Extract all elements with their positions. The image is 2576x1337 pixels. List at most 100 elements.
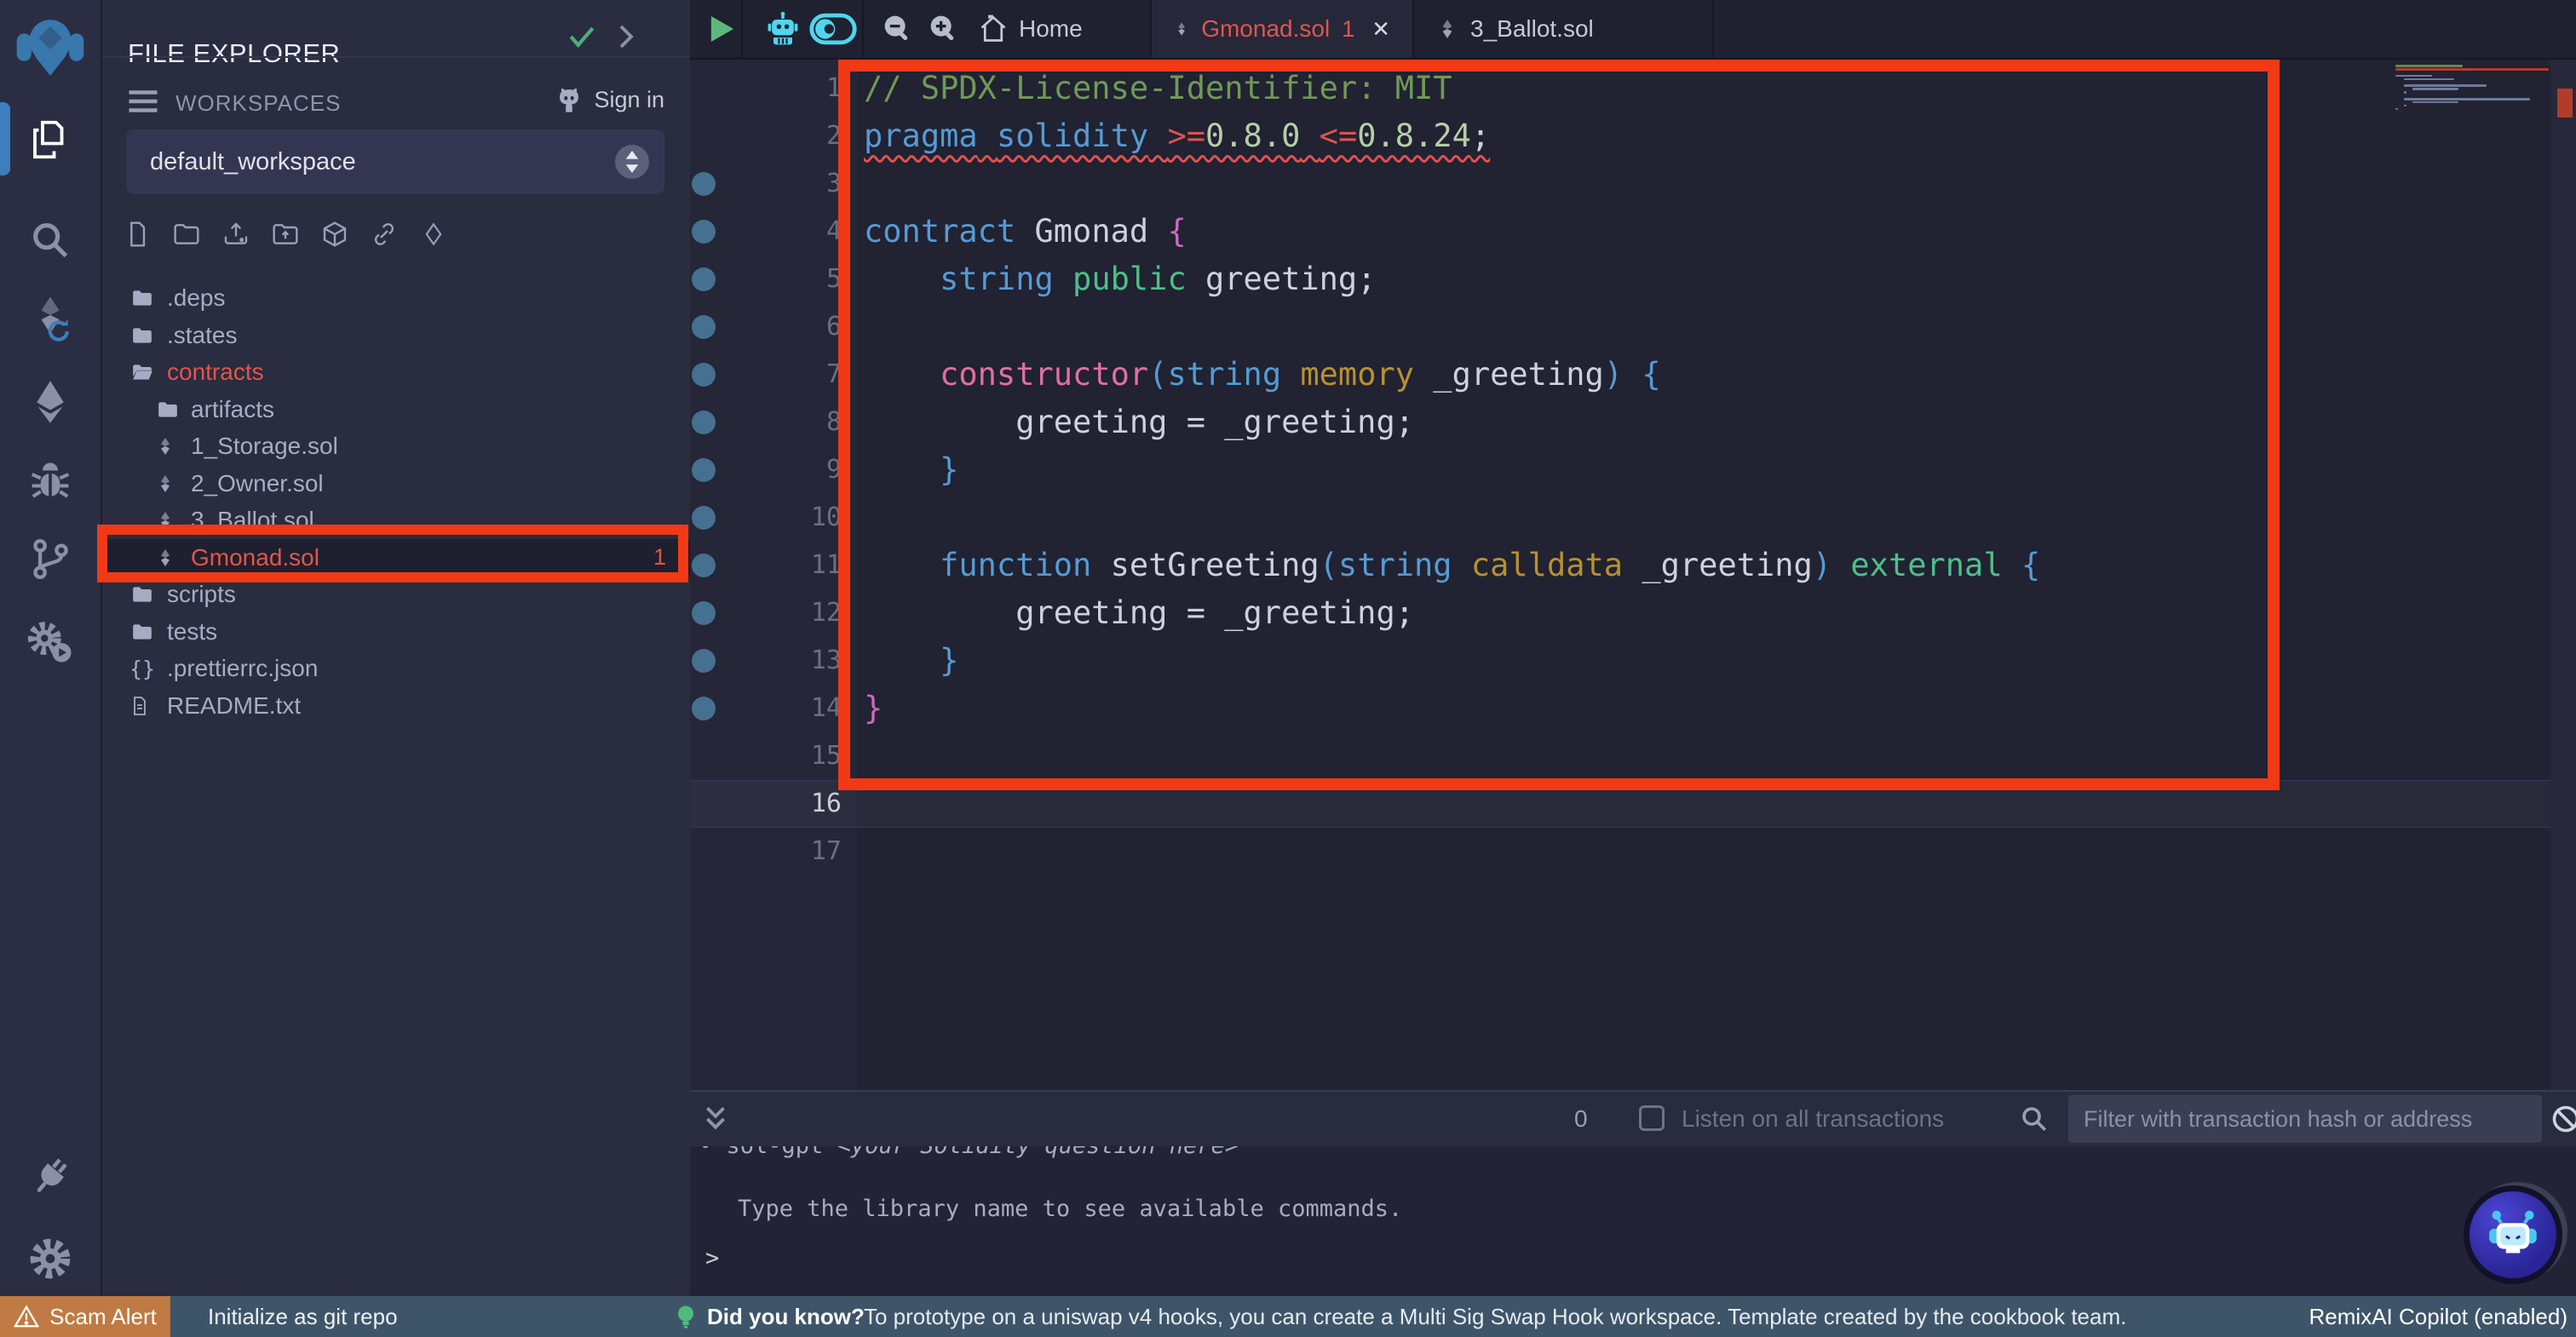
breakpoint-dot[interactable] [692, 506, 716, 530]
tree-item-contracts[interactable]: contracts [101, 353, 690, 391]
terminal-help-line: Type the library name to see available c… [738, 1196, 1402, 1222]
code-line-5[interactable]: string public greeting; [864, 255, 1376, 303]
file-explorer-panel: FILE EXPLORER WORKSPACES Sign in default… [101, 0, 690, 1337]
tree-item--states[interactable]: .states [101, 317, 690, 354]
tree-item--prettierrc-json[interactable]: {}.prettierrc.json [101, 650, 690, 687]
minimap-line [2404, 84, 2487, 87]
code-line-1[interactable]: // SPDX-License-Identifier: MIT [864, 65, 1452, 112]
line-number: 5 [741, 255, 842, 303]
minimap[interactable] [2395, 65, 2550, 235]
code-line-2[interactable]: pragma solidity >=0.8.0 <=0.8.24; [864, 112, 1490, 160]
expand-terminal-icon[interactable] [702, 1104, 729, 1134]
tree-item-artifacts[interactable]: artifacts [101, 391, 690, 428]
upload-folder-icon[interactable] [271, 220, 300, 249]
doc-icon [129, 695, 150, 717]
tree-item-gmonad-sol[interactable]: Gmonad.sol1 [101, 539, 690, 577]
tree-item--deps[interactable]: .deps [101, 279, 690, 317]
code-line-7[interactable]: constructor(string memory _greeting) { [864, 351, 1661, 399]
panel-divider [101, 56, 690, 58]
code-line-8[interactable]: greeting = _greeting; [864, 399, 1414, 446]
solidity-file-icon [155, 509, 175, 531]
hamburger-menu-icon[interactable] [128, 89, 158, 114]
zoom-out-icon[interactable] [876, 0, 920, 58]
tree-item-label: 2_Owner.sol [191, 470, 324, 497]
line-number: 6 [741, 303, 842, 351]
copilot-toggle[interactable] [806, 0, 860, 58]
tree-item-readme-txt[interactable]: README.txt [101, 687, 690, 725]
minimap-line [2404, 98, 2530, 100]
remix-logo[interactable] [0, 7, 101, 83]
remixai-copilot-button[interactable] [2464, 1185, 2562, 1284]
scam-alert-badge[interactable]: Scam Alert [0, 1296, 170, 1337]
breakpoint-dot[interactable] [692, 410, 716, 434]
debugger-icon[interactable] [0, 441, 101, 523]
tree-item-label: README.txt [167, 692, 301, 720]
breakpoint-dot[interactable] [692, 458, 716, 482]
tab-gmonad-sol[interactable]: Gmonad.sol 1 ✕ [1152, 0, 1412, 58]
code-line-9[interactable]: } [864, 446, 958, 494]
tree-item-tests[interactable]: tests [101, 613, 690, 651]
settings-icon[interactable] [0, 1218, 101, 1300]
line-number: 10 [741, 494, 842, 542]
breakpoint-dot[interactable] [692, 601, 716, 625]
minimap-line [2412, 101, 2458, 104]
file-explorer-icon[interactable] [0, 99, 101, 181]
git-init-button[interactable]: Initialize as git repo [208, 1296, 398, 1337]
tree-item-label: 3_Ballot.sol [191, 507, 314, 534]
copilot-status[interactable]: RemixAI Copilot (enabled) [2309, 1296, 2567, 1337]
new-folder-icon[interactable] [172, 220, 201, 249]
tab-3-ballot-sol[interactable]: 3_Ballot.sol [1414, 0, 1712, 58]
code-line-13[interactable]: } [864, 637, 958, 685]
tree-item-3-ballot-sol[interactable]: 3_Ballot.sol [101, 502, 690, 539]
new-file-icon[interactable] [123, 220, 152, 249]
solidity-compiler-icon[interactable] [0, 278, 101, 359]
search-icon[interactable] [0, 199, 101, 281]
code-editor[interactable]: 1234567891011121314151617 // SPDX-Licens… [690, 58, 2576, 1090]
code-line-14[interactable]: } [864, 685, 883, 732]
breakpoint-dot[interactable] [692, 649, 716, 673]
code-line-12[interactable]: greeting = _greeting; [864, 589, 1414, 637]
terminal-search-icon[interactable] [2019, 1104, 2050, 1134]
editor-scrollbar[interactable] [2550, 58, 2576, 1090]
workspace-select[interactable]: default_workspace [126, 129, 664, 194]
load-cube-icon[interactable] [320, 220, 349, 249]
solidity-file-icon [155, 435, 175, 457]
plugin-manager-icon[interactable] [0, 1136, 101, 1218]
tab-home[interactable]: Home [978, 0, 1165, 58]
upload-file-icon[interactable] [221, 220, 250, 249]
breakpoint-dot[interactable] [692, 554, 716, 577]
zoom-in-icon[interactable] [922, 0, 966, 58]
sign-in-button[interactable]: Sign in [555, 87, 664, 113]
terminal-prompt: > [705, 1245, 719, 1271]
tree-item-scripts[interactable]: scripts [101, 576, 690, 613]
breakpoint-dot[interactable] [692, 697, 716, 720]
git-icon[interactable] [0, 518, 101, 600]
chevron-right-icon[interactable] [617, 24, 635, 49]
breakpoint-dot[interactable] [692, 363, 716, 387]
ai-robot-icon[interactable] [760, 0, 806, 58]
deploy-run-icon[interactable] [0, 361, 101, 443]
line-number: 4 [741, 208, 842, 255]
code-line-11[interactable]: function setGreeting(string calldata _gr… [864, 542, 2040, 589]
minimap-line [2412, 88, 2458, 90]
link-icon[interactable] [370, 220, 399, 249]
tree-item-1-storage-sol[interactable]: 1_Storage.sol [101, 427, 690, 465]
solidity-file-icon [155, 473, 175, 495]
breakpoint-dot[interactable] [692, 172, 716, 196]
listen-checkbox[interactable] [1639, 1105, 1665, 1131]
plugin-runner-icon[interactable] [0, 601, 101, 683]
breakpoint-dot[interactable] [692, 220, 716, 244]
tree-item-2-owner-sol[interactable]: 2_Owner.sol [101, 465, 690, 502]
scrollbar-error-marker [2557, 89, 2573, 118]
tab-close-icon[interactable]: ✕ [1371, 16, 1390, 43]
current-line-highlight [690, 780, 2550, 828]
breakpoint-dot[interactable] [692, 315, 716, 339]
terminal[interactable]: • sol-gpt <your Solidity question here> … [690, 1090, 2576, 1296]
transaction-filter-input[interactable] [2068, 1095, 2542, 1143]
run-script-button[interactable] [702, 0, 743, 58]
clear-console-icon[interactable] [2550, 1104, 2576, 1134]
line-number: 16 [741, 780, 842, 828]
breakpoint-dot[interactable] [692, 267, 716, 291]
import-solidity-icon[interactable] [419, 220, 448, 249]
code-line-4[interactable]: contract Gmonad { [864, 208, 1187, 255]
